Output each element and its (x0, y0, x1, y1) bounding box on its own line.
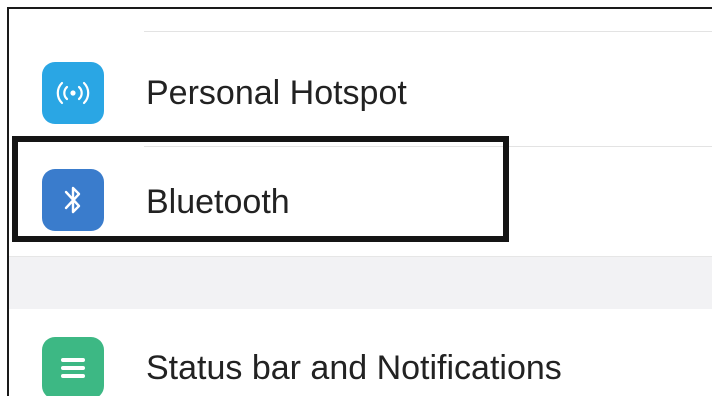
section-separator (9, 256, 712, 310)
highlight-box (12, 136, 509, 242)
settings-item-personal-hotspot[interactable]: Personal Hotspot (9, 36, 712, 146)
top-divider (144, 31, 712, 32)
settings-item-status-bar-notifications[interactable]: Status bar and Notifications (9, 309, 712, 396)
settings-item-label: Personal Hotspot (146, 74, 407, 112)
settings-item-label: Status bar and Notifications (146, 349, 562, 387)
hotspot-icon (42, 62, 104, 124)
notifications-list-icon (42, 337, 104, 396)
